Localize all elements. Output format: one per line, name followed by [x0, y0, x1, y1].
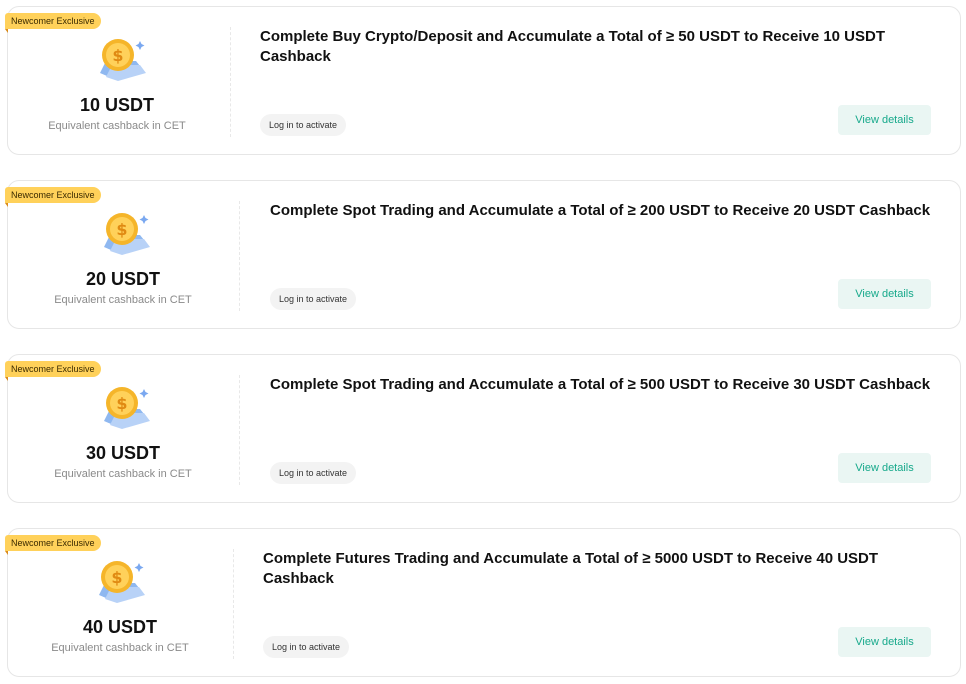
- coin-cashback-icon: $: [104, 213, 150, 255]
- cashback-card: Newcomer Exclusive $ 40 USDT Equivalent …: [5, 528, 961, 678]
- reward-subtitle: Equivalent cashback in CET: [54, 294, 192, 306]
- card-divider: [230, 27, 231, 137]
- reward-amount: 20 USDT: [85, 269, 161, 289]
- reward-subtitle: Equivalent cashback in CET: [51, 642, 189, 654]
- task-title: Complete Spot Trading and Accumulate a T…: [270, 202, 931, 219]
- view-details-button[interactable]: View details: [838, 453, 931, 483]
- cashback-task-list: Newcomer Exclusive $ 10 USDT Equivalent …: [0, 0, 966, 684]
- svg-text:$: $: [116, 394, 127, 413]
- task-title: Complete Spot Trading and Accumulate a T…: [270, 376, 931, 393]
- reward-summary: $ 40 USDT Equivalent cashback in CET: [45, 529, 195, 678]
- reward-summary: $ 10 USDT Equivalent cashback in CET: [42, 7, 192, 156]
- view-details-button[interactable]: View details: [838, 105, 931, 135]
- svg-text:$: $: [112, 46, 123, 65]
- card-divider: [239, 201, 240, 311]
- card-divider: [239, 375, 240, 485]
- login-to-activate-button[interactable]: Log in to activate: [270, 462, 357, 484]
- cashback-card: Newcomer Exclusive $ 30 USDT Equivalent …: [5, 354, 961, 504]
- view-details-button[interactable]: View details: [838, 627, 931, 657]
- reward-summary: $ 30 USDT Equivalent cashback in CET: [48, 355, 198, 504]
- login-to-activate-button[interactable]: Log in to activate: [263, 636, 350, 658]
- coin-cashback-icon: $: [104, 387, 150, 429]
- reward-subtitle: Equivalent cashback in CET: [54, 468, 192, 480]
- reward-summary: $ 20 USDT Equivalent cashback in CET: [48, 181, 198, 330]
- task-title: Complete Buy Crypto/Deposit and Accumula…: [260, 28, 886, 65]
- reward-amount: 10 USDT: [79, 95, 155, 115]
- coin-cashback-icon: $: [99, 561, 145, 603]
- login-to-activate-button[interactable]: Log in to activate: [270, 288, 357, 310]
- coin-cashback-icon: $: [100, 39, 146, 81]
- card-divider: [233, 549, 234, 659]
- reward-amount: 30 USDT: [85, 443, 161, 463]
- reward-amount: 40 USDT: [82, 617, 158, 637]
- cashback-card: Newcomer Exclusive $ 10 USDT Equivalent …: [5, 6, 961, 156]
- reward-subtitle: Equivalent cashback in CET: [48, 120, 186, 132]
- cashback-card: Newcomer Exclusive $ 20 USDT Equivalent …: [5, 180, 961, 330]
- svg-text:$: $: [111, 568, 122, 587]
- svg-text:$: $: [116, 220, 127, 239]
- task-title: Complete Futures Trading and Accumulate …: [263, 550, 879, 587]
- login-to-activate-button[interactable]: Log in to activate: [260, 114, 347, 136]
- view-details-button[interactable]: View details: [838, 279, 931, 309]
